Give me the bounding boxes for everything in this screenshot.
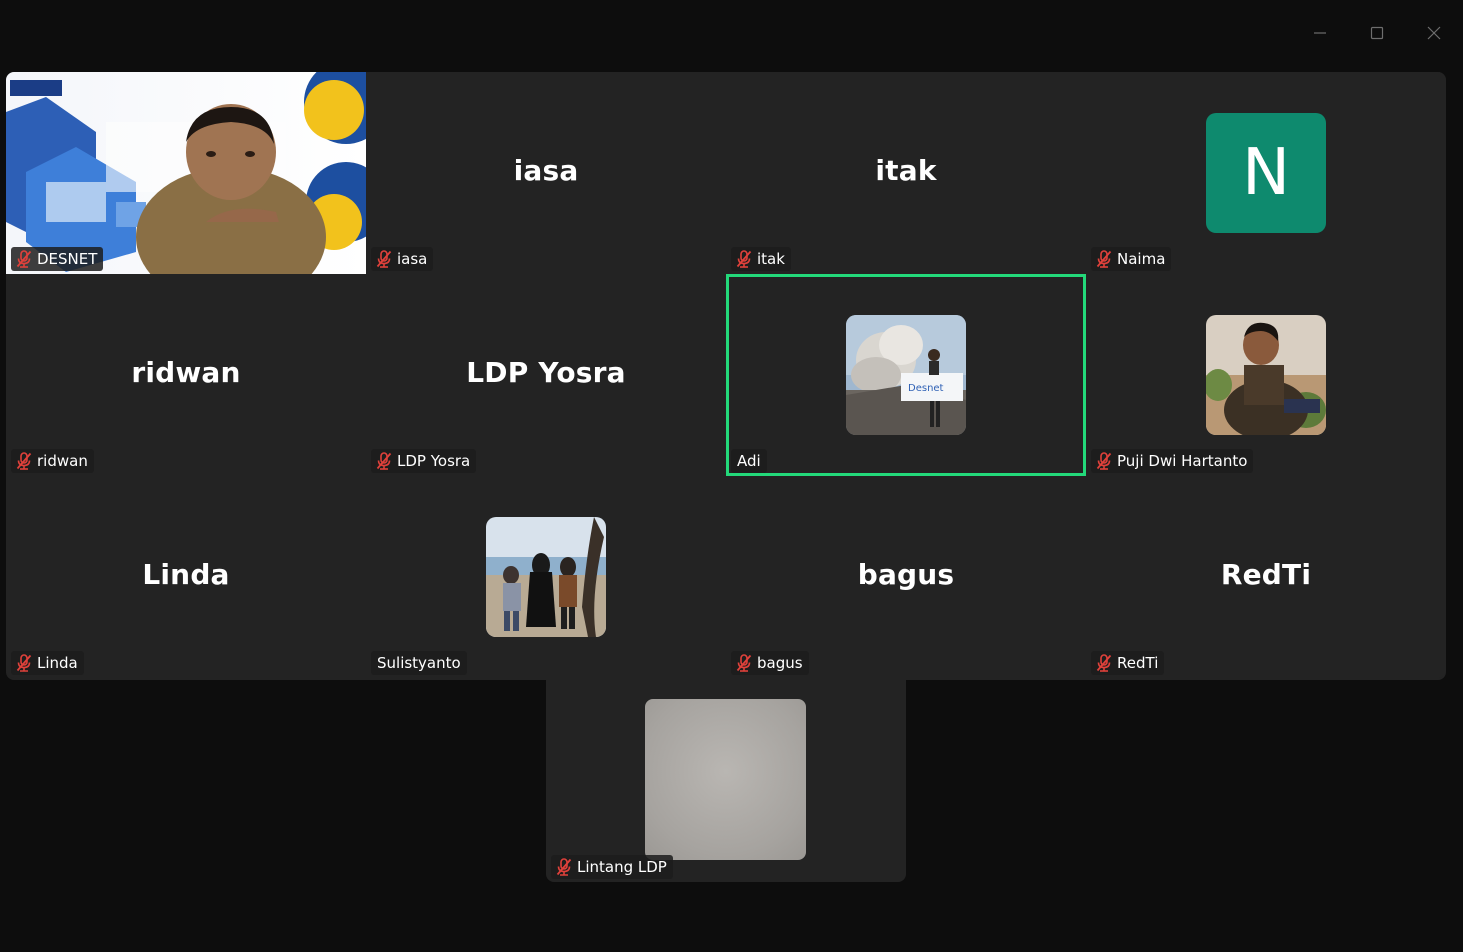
mic-muted-icon	[1096, 250, 1112, 268]
participant-name: itak	[757, 250, 785, 268]
participant-name: Linda	[37, 654, 78, 672]
participant-display-name: Linda	[142, 558, 230, 591]
avatar	[486, 517, 606, 637]
participant-tile-lintang-ldp[interactable]: Lintang LDP	[546, 680, 906, 882]
participant-tile-sulistyanto[interactable]: Sulistyanto	[366, 476, 726, 678]
participant-video	[6, 72, 366, 274]
mic-muted-icon	[16, 250, 32, 268]
mic-muted-icon	[556, 858, 572, 876]
participant-name: Lintang LDP	[577, 858, 667, 876]
participant-tile-itak[interactable]: itak itak	[726, 72, 1086, 274]
avatar	[645, 699, 806, 860]
mic-muted-icon	[16, 654, 32, 672]
close-icon	[1427, 26, 1441, 40]
participant-tile-puji[interactable]: Puji Dwi Hartanto	[1086, 274, 1446, 476]
participant-label: bagus	[731, 651, 809, 675]
participant-label: LDP Yosra	[371, 449, 477, 473]
mic-muted-icon	[1096, 452, 1112, 470]
minimize-icon	[1314, 32, 1326, 34]
avatar-photo: Desnet	[846, 315, 966, 435]
participant-label: iasa	[371, 247, 434, 271]
maximize-icon	[1370, 26, 1384, 40]
avatar: N	[1206, 113, 1326, 233]
participant-name: ridwan	[37, 452, 88, 470]
participant-label: Sulistyanto	[371, 651, 467, 675]
participant-label: itak	[731, 247, 791, 271]
mic-muted-icon	[1096, 654, 1112, 672]
mic-muted-icon	[376, 250, 392, 268]
avatar-photo	[486, 517, 606, 637]
mic-muted-icon	[736, 250, 752, 268]
participant-label: DESNET	[11, 247, 104, 271]
participant-tile-bagus[interactable]: bagus bagus	[726, 476, 1086, 678]
mic-muted-icon	[376, 452, 392, 470]
participant-display-name: iasa	[513, 154, 579, 187]
participant-tile-adi[interactable]: Desnet Adi	[726, 274, 1086, 476]
mic-muted-icon	[16, 452, 32, 470]
participant-label: Adi	[731, 449, 767, 473]
participant-name: Naima	[1117, 250, 1166, 268]
participant-label: Naima	[1091, 247, 1172, 271]
participant-display-name: bagus	[857, 558, 955, 591]
participant-tile-linda[interactable]: Linda Linda	[6, 476, 366, 678]
participant-name: iasa	[397, 250, 428, 268]
participant-name: bagus	[757, 654, 803, 672]
avatar: Desnet	[846, 315, 966, 435]
participant-display-name: LDP Yosra	[466, 356, 626, 389]
participant-tile-naima[interactable]: N Naima	[1086, 72, 1446, 274]
participant-label: Puji Dwi Hartanto	[1091, 449, 1254, 473]
avatar	[1206, 315, 1326, 435]
participant-tile-desnet[interactable]: DESNET	[6, 72, 366, 274]
participant-label: RedTi	[1091, 651, 1165, 675]
avatar-photo	[1206, 315, 1326, 435]
participant-display-name: RedTi	[1220, 558, 1312, 591]
mic-muted-icon	[736, 654, 752, 672]
participant-label: Lintang LDP	[551, 855, 673, 879]
participant-label: ridwan	[11, 449, 94, 473]
minimize-button[interactable]	[1305, 18, 1335, 48]
maximize-button[interactable]	[1362, 18, 1392, 48]
participant-display-name: ridwan	[131, 356, 241, 389]
participant-tile-ldp-yosra[interactable]: LDP Yosra LDP Yosra	[366, 274, 726, 476]
participant-name: Sulistyanto	[377, 654, 461, 672]
participant-tile-ridwan[interactable]: ridwan ridwan	[6, 274, 366, 476]
participant-label: Linda	[11, 651, 84, 675]
svg-text:Desnet: Desnet	[908, 383, 944, 394]
participant-name: Adi	[737, 452, 761, 470]
close-button[interactable]	[1419, 18, 1449, 48]
participant-name: Puji Dwi Hartanto	[1117, 452, 1248, 470]
participant-display-name: itak	[875, 154, 937, 187]
participant-name: DESNET	[37, 250, 98, 268]
participant-name: RedTi	[1117, 654, 1159, 672]
participant-tile-redti[interactable]: RedTi RedTi	[1086, 476, 1446, 678]
participant-name: LDP Yosra	[397, 452, 471, 470]
participant-tile-iasa[interactable]: iasa iasa	[366, 72, 726, 274]
